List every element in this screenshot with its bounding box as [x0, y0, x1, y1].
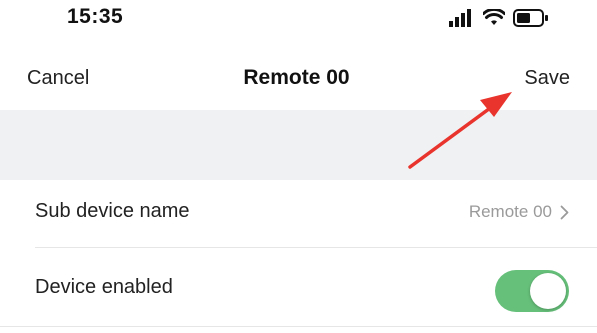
sub-device-name-value-group: Remote 00 — [469, 202, 569, 222]
sub-device-name-value: Remote 00 — [468, 202, 552, 221]
bottom-divider — [0, 326, 597, 327]
toggle-knob — [530, 273, 566, 309]
device-enabled-row: Device enabled — [0, 256, 597, 318]
sub-device-name-row[interactable]: Sub device name Remote 00 — [0, 180, 597, 242]
chevron-right-icon — [560, 205, 569, 219]
device-enabled-toggle[interactable] — [495, 270, 569, 312]
page-title: Remote 00 — [243, 66, 350, 89]
section-spacer — [0, 110, 597, 180]
device-enabled-label: Device enabled — [35, 276, 173, 298]
status-time: 15:35 — [67, 5, 124, 28]
status-bar: 15:35 — [0, 0, 597, 42]
status-icons — [449, 9, 549, 27]
row-divider — [35, 247, 597, 248]
navigation-bar: Cancel Remote 00 Save — [0, 50, 597, 108]
wifi-icon — [483, 9, 505, 25]
sub-device-name-label: Sub device name — [35, 200, 190, 222]
battery-icon — [513, 9, 548, 27]
signal-icon — [449, 9, 471, 27]
save-button[interactable]: Save — [524, 67, 570, 90]
